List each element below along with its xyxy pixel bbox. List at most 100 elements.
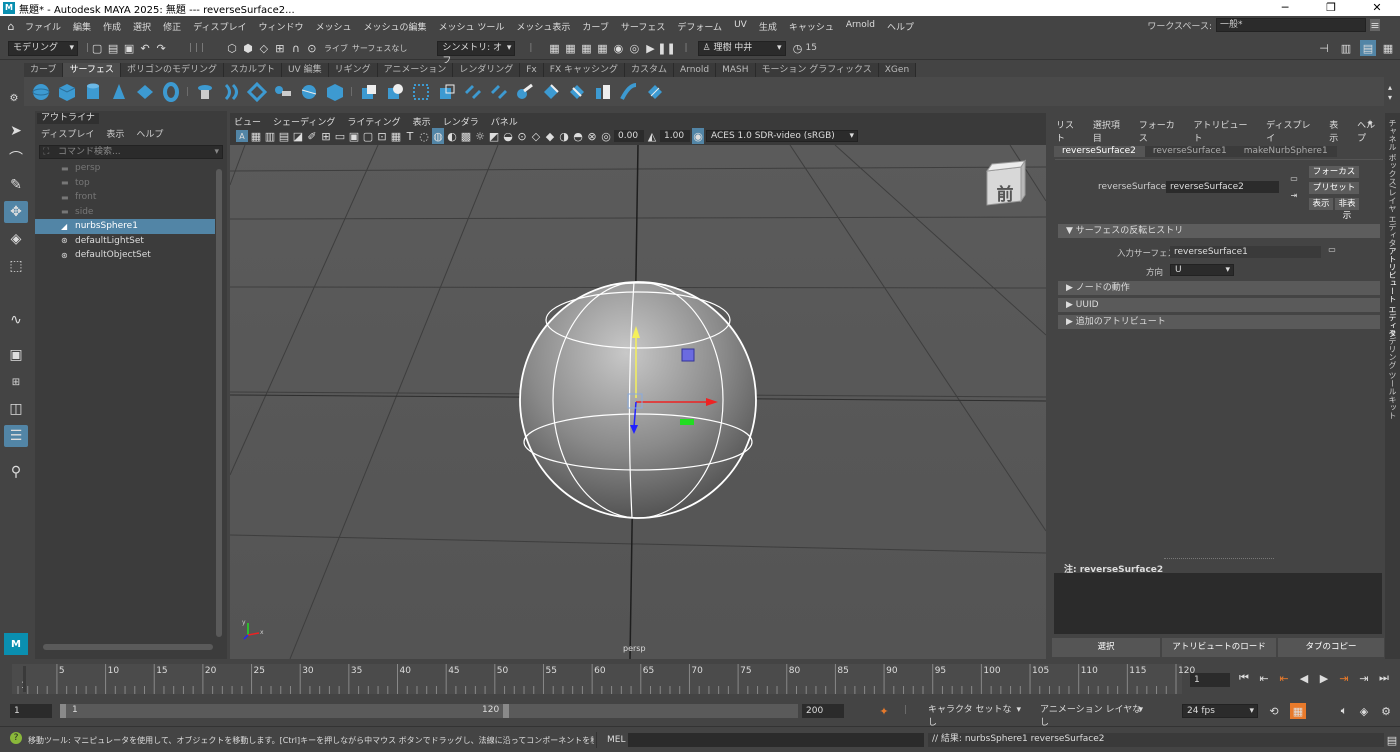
colorspace-dropdown[interactable]: ACES 1.0 SDR-video (sRGB)	[706, 130, 858, 142]
open-close-icon[interactable]	[540, 81, 561, 102]
step-forward-frame-icon[interactable]: ⇥	[1336, 670, 1352, 686]
notes-splitter[interactable]	[1164, 558, 1274, 559]
curve-tool-icon[interactable]: ∿	[4, 309, 28, 331]
insert-isoparm-icon[interactable]	[566, 81, 587, 102]
panel-layout-icon[interactable]: ⊣	[1316, 40, 1332, 56]
untrim-icon[interactable]	[436, 81, 457, 102]
revolve-icon[interactable]	[194, 81, 215, 102]
intersect-icon[interactable]	[358, 81, 379, 102]
shelf-tab[interactable]: ポリゴンのモデリング	[120, 63, 224, 77]
side-tab-modeling-toolkit[interactable]: モデリング ツールキット	[1387, 329, 1398, 420]
shelf-tab[interactable]: Fx	[520, 63, 544, 77]
minimize-button[interactable]: ─	[1262, 0, 1308, 16]
animation-start-field[interactable]: 1	[10, 704, 52, 718]
undo-icon[interactable]: ↶	[137, 40, 153, 56]
shelf-tab[interactable]: FX キャッシング	[543, 63, 625, 77]
section-node-behavior[interactable]: ▶ ノードの動作	[1058, 281, 1380, 295]
step-forward-key-icon[interactable]: ⇥	[1356, 670, 1372, 686]
live-surface-label[interactable]: サーフェスなし	[352, 43, 408, 54]
snap-point-icon[interactable]: ⊙	[304, 40, 320, 56]
save-scene-icon[interactable]: ▣	[121, 40, 137, 56]
snap-curve-icon[interactable]: ∩	[288, 40, 304, 56]
menu-item[interactable]: 修正	[157, 20, 187, 33]
grid-toggle-icon[interactable]: ⊞	[320, 128, 332, 144]
ambient-occlusion-icon[interactable]: ◒	[502, 128, 514, 144]
maya-home-icon[interactable]: M	[4, 633, 28, 655]
current-frame-field[interactable]: 1	[1190, 673, 1230, 687]
menu-set-dropdown[interactable]: モデリング	[8, 40, 78, 56]
cache-playback-icon[interactable]: ▦	[1290, 703, 1306, 719]
outliner-hscrollbar[interactable]	[43, 644, 213, 650]
menu-item[interactable]: UV	[728, 20, 753, 33]
attr-menu-item[interactable]: 表示	[1329, 118, 1347, 144]
align-icon[interactable]	[514, 81, 535, 102]
section-uuid[interactable]: ▶ UUID	[1058, 298, 1380, 312]
open-scene-icon[interactable]: ▤	[105, 40, 121, 56]
shelf-tab[interactable]: カーブ	[24, 63, 64, 77]
go-to-end-icon[interactable]: ⏭	[1376, 670, 1392, 686]
lasso-tool-icon[interactable]: ⌒	[4, 147, 28, 169]
channel-box-toggle-icon[interactable]: ▦	[1380, 40, 1396, 56]
fps-dropdown[interactable]: 24 fps	[1182, 704, 1258, 718]
outliner-item[interactable]: ⊛ defaultLightSet	[35, 234, 215, 249]
camera-select-icon[interactable]: A	[236, 130, 248, 142]
user-account-dropdown[interactable]: ♙ 理樹 中井	[697, 40, 786, 56]
textured-icon[interactable]: ▩	[460, 128, 472, 144]
auto-key-icon[interactable]: ✦	[876, 703, 892, 719]
arnold-ipr-icon[interactable]: ◎	[626, 40, 642, 56]
scale-tool-icon[interactable]: ⬚	[4, 255, 28, 277]
four-pane-icon[interactable]: ⊞	[4, 371, 28, 393]
side-tab-channel-box[interactable]: チャネル ボックス/レイヤ エディタ	[1387, 119, 1398, 247]
extend-icon[interactable]	[592, 81, 613, 102]
sidebar-toggle-icon[interactable]: ▥	[1338, 40, 1354, 56]
notes-textarea[interactable]	[1054, 573, 1382, 634]
anim-layer-dropdown[interactable]: アニメーション レイヤなし	[1036, 704, 1146, 728]
load-attributes-button[interactable]: アトリビュートのロード	[1162, 638, 1276, 657]
gamma-icon[interactable]: ◭	[646, 128, 658, 144]
attach-icon[interactable]	[462, 81, 483, 102]
range-end-handle[interactable]	[503, 704, 509, 718]
go-to-start-icon[interactable]: ⏮	[1236, 670, 1252, 686]
step-back-frame-icon[interactable]: ⇤	[1276, 670, 1292, 686]
select-component-icon[interactable]: ◇	[256, 40, 272, 56]
nurbs-torus-icon[interactable]	[160, 81, 181, 102]
film-gate-icon[interactable]: ▭	[334, 128, 346, 144]
paint-select-tool-icon[interactable]: ✎	[4, 174, 28, 196]
menu-item[interactable]: ファイル	[19, 20, 67, 33]
move-tool-icon[interactable]: ✥	[4, 201, 28, 223]
attr-menu-item[interactable]: フォーカス	[1139, 118, 1184, 144]
safe-title-icon[interactable]: T	[404, 128, 416, 144]
outliner-item[interactable]: ▬ top	[35, 176, 215, 191]
help-icon[interactable]: ?	[10, 732, 22, 744]
select-hierarchy-icon[interactable]: ⬡	[224, 40, 240, 56]
animation-end-field[interactable]: 200	[802, 704, 844, 718]
hypershade-icon[interactable]: ▦	[594, 40, 610, 56]
project-curve-icon[interactable]	[384, 81, 405, 102]
shadows-icon[interactable]: ◩	[488, 128, 500, 144]
outliner-item[interactable]: ⊛ defaultObjectSet	[35, 248, 215, 263]
home-icon[interactable]: ⌂	[3, 19, 19, 35]
menu-item[interactable]: 生成	[753, 20, 783, 33]
shelf-tab[interactable]: MASH	[716, 63, 756, 77]
outliner-item[interactable]: ▬ side	[35, 205, 215, 220]
notification-clock-icon[interactable]: ◷	[790, 40, 806, 56]
hide-button[interactable]: 非表示	[1335, 198, 1359, 221]
loop-icon[interactable]: ⟲	[1266, 703, 1282, 719]
time-ruler[interactable]: 5 10 15 20 25 30 35 40 45 50 55 60 65 70 75 80 85 90 95 100…	[12, 664, 1195, 694]
go-output-icon[interactable]: ⇥	[1288, 190, 1300, 200]
new-scene-icon[interactable]: ▢	[89, 40, 105, 56]
bevel-icon[interactable]	[324, 81, 345, 102]
sound-icon[interactable]: 🔈︎	[1336, 703, 1352, 719]
image-plane-icon[interactable]: ▤	[278, 128, 290, 144]
shelf-tab[interactable]: XGen	[878, 63, 917, 77]
trim-icon[interactable]	[410, 81, 431, 102]
shelf-gear-icon[interactable]: ⚙	[6, 90, 22, 106]
outliner-menu-item[interactable]: ディスプレイ	[41, 127, 94, 140]
arnold-render-icon[interactable]: ◉	[610, 40, 626, 56]
search-dropdown-icon[interactable]: ▾	[214, 146, 219, 158]
shelf-tab[interactable]: スカルプト	[223, 63, 282, 77]
menu-item[interactable]: ディスプレイ	[187, 20, 252, 33]
safe-action-icon[interactable]: ▦	[390, 128, 402, 144]
script-language-label[interactable]: MEL	[607, 735, 625, 745]
node-name-field[interactable]: reverseSurface2	[1166, 181, 1279, 193]
